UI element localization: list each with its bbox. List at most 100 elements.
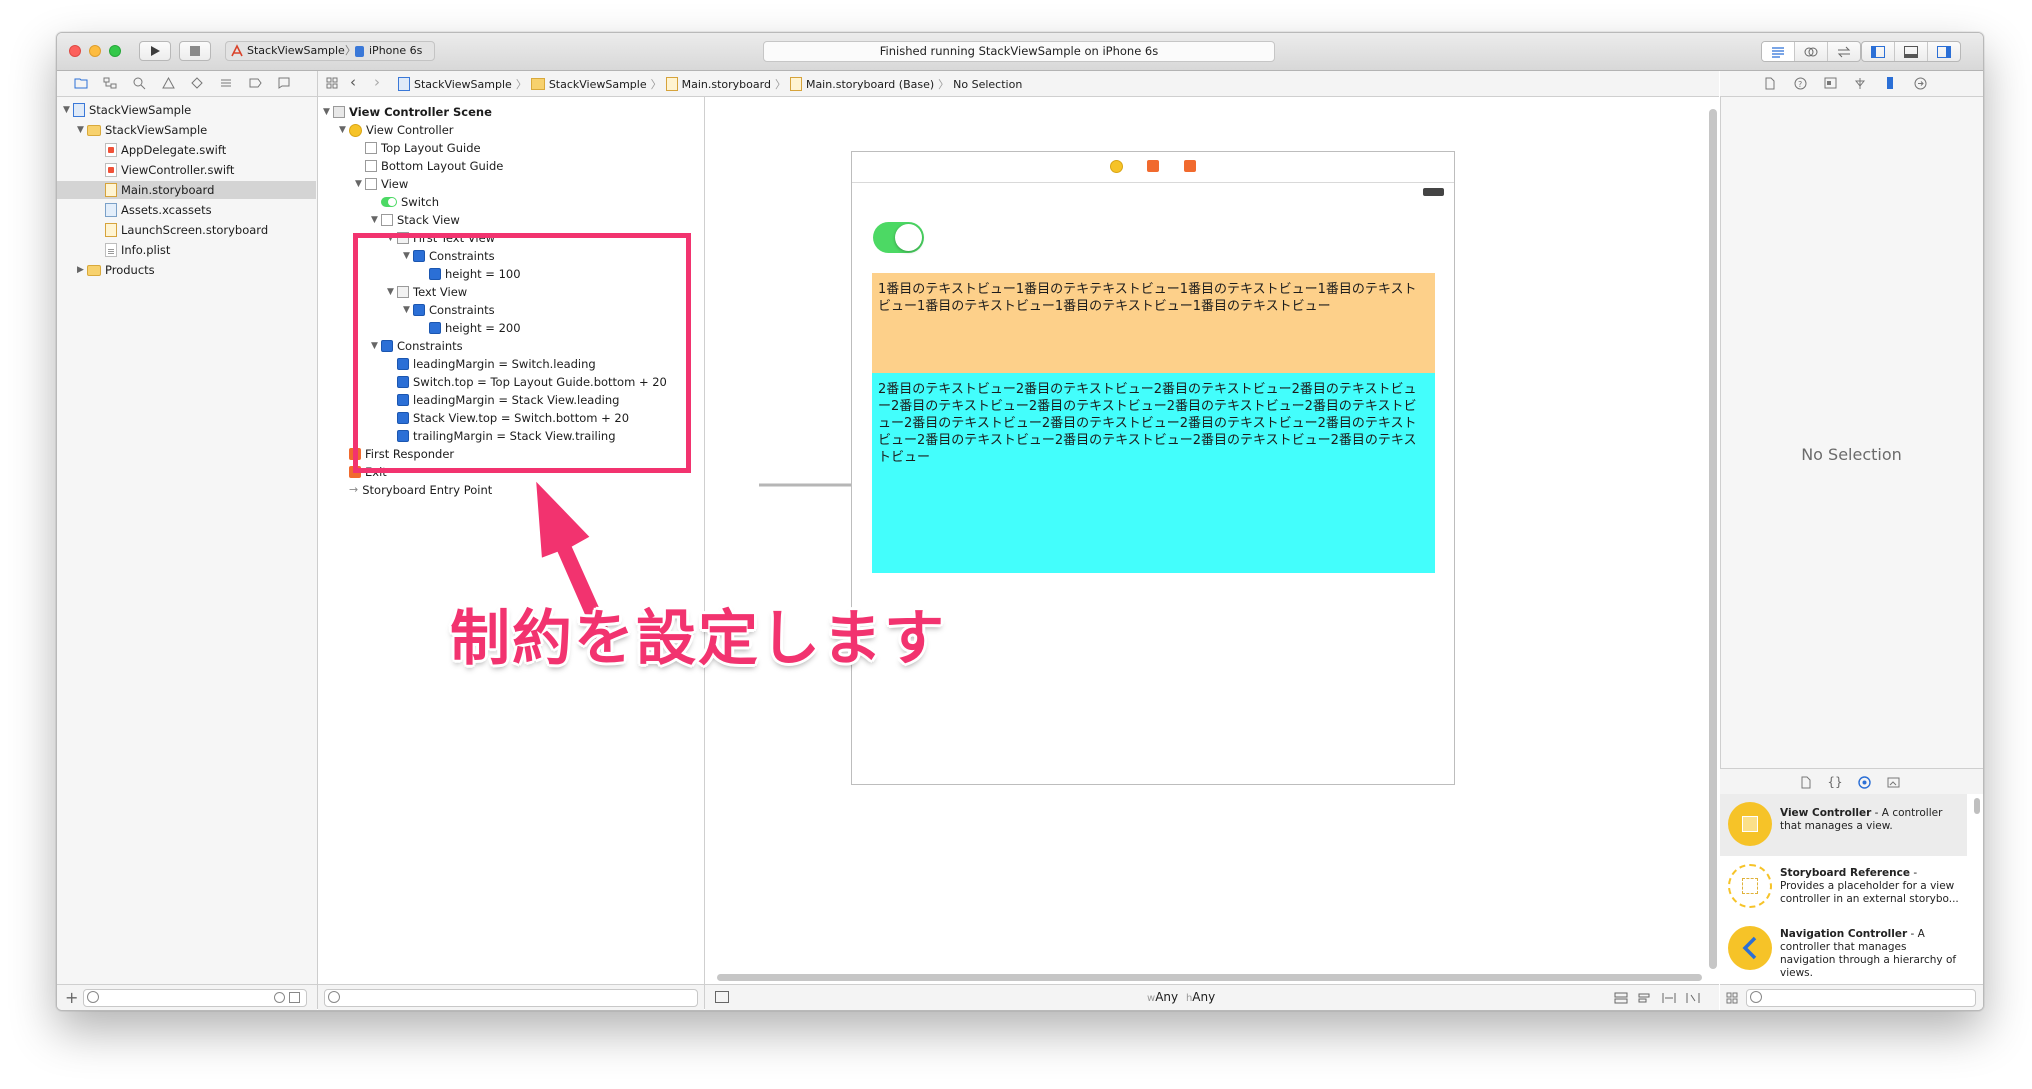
scheme-selector[interactable]: StackViewSample 〉 iPhone 6s [225,41,435,61]
assistant-editor-icon[interactable] [1795,42,1828,61]
toggle-switch[interactable] [873,222,924,253]
report-navigator-icon[interactable] [276,75,292,91]
stack-icon[interactable] [1613,990,1629,1006]
first-text-view[interactable]: 1番目のテキストビュー1番目のテキテキストビュー1番目のテキストビュー1番目のテ… [872,273,1435,373]
debug-navigator-icon[interactable] [218,75,234,91]
code-snippet-icon[interactable]: {} [1827,774,1843,790]
breadcrumb-item[interactable]: Main.storyboard [682,78,771,91]
app-icon [231,44,243,57]
close-button[interactable] [69,45,81,57]
outline-stack-view[interactable]: ▼ Stack View [371,211,460,229]
outline-bottom-layout-guide[interactable]: Bottom Layout Guide [365,157,503,175]
outline-view-controller[interactable]: ▼ View Controller [339,121,454,139]
library-item-title: Storyboard Reference [1780,867,1910,879]
scm-status-icon[interactable] [289,992,300,1003]
test-navigator-icon[interactable] [189,75,205,91]
file-template-icon[interactable] [1798,774,1814,790]
filter-icon [328,991,340,1003]
outline-view[interactable]: ▼ View [355,175,408,193]
document-outline-toggle-icon[interactable] [715,991,729,1003]
view-controller-frame[interactable]: 1番目のテキストビュー1番目のテキテキストビュー1番目のテキストビュー1番目のテ… [851,151,1455,785]
version-editor-icon[interactable] [1828,42,1860,61]
first-responder-dock-icon[interactable] [1147,160,1159,172]
utilities-toggle-icon[interactable] [1928,42,1960,61]
grid-view-icon[interactable] [1724,990,1740,1006]
outline-scene[interactable]: ▼ View Controller Scene [323,103,492,121]
size-inspector-icon[interactable] [1882,75,1898,91]
minimize-button[interactable] [89,45,101,57]
nav-item-launchscreen[interactable]: LaunchScreen.storyboard [105,221,268,239]
object-library-icon[interactable] [1856,774,1872,790]
add-icon[interactable]: + [65,988,78,1007]
standard-editor-icon[interactable] [1762,42,1795,61]
nav-item-group[interactable]: ▼ StackViewSample [77,121,207,139]
panel-toggle-segment[interactable] [1861,41,1961,62]
exit-dock-icon[interactable] [1184,160,1196,172]
identity-inspector-icon[interactable] [1822,75,1838,91]
project-navigator-icon[interactable] [73,75,89,91]
first-text-view-content: 1番目のテキストビュー1番目のテキテキストビュー1番目のテキストビュー1番目のテ… [878,282,1417,314]
nav-item-main-storyboard[interactable]: Main.storyboard [105,181,214,199]
view-controller-dock-icon[interactable] [1110,160,1123,173]
canvas-vertical-scrollbar[interactable] [1709,109,1717,969]
align-icon[interactable] [1637,990,1653,1006]
breadcrumb-item[interactable]: StackViewSample [414,78,512,91]
library-scrollbar[interactable] [1974,798,1980,814]
run-button[interactable] [139,41,171,61]
related-items-icon[interactable] [324,75,340,91]
breakpoint-navigator-icon[interactable] [247,75,263,91]
folder-icon [87,124,101,136]
disclosure-closed-icon[interactable]: ▶ [77,261,87,279]
disclosure-open-icon[interactable]: ▼ [339,121,349,139]
nav-item-infoplist[interactable]: Info.plist [105,241,170,259]
nav-item-products[interactable]: ▶ Products [77,261,155,279]
outline-switch[interactable]: Switch [381,193,439,211]
media-library-icon[interactable] [1885,774,1901,790]
file-inspector-icon[interactable] [1762,75,1778,91]
outline-entry-point[interactable]: → Storyboard Entry Point [349,481,492,499]
breadcrumb-item[interactable]: StackViewSample [549,78,647,91]
issue-navigator-icon[interactable] [160,75,176,91]
zoom-button[interactable] [109,45,121,57]
debug-toggle-icon[interactable] [1895,42,1928,61]
outline-top-layout-guide[interactable]: Top Layout Guide [365,139,481,157]
disclosure-open-icon[interactable]: ▼ [77,121,87,139]
pin-icon[interactable] [1661,990,1677,1006]
symbol-navigator-icon[interactable] [102,75,118,91]
resolve-issues-icon[interactable] [1685,990,1701,1006]
filter-icon [1750,991,1762,1003]
nav-item-appdelegate[interactable]: AppDelegate.swift [105,141,226,159]
breadcrumb-item[interactable]: No Selection [953,78,1022,91]
view-controller-icon [349,123,362,137]
swift-file-icon [105,143,117,157]
outline-filter-field[interactable] [324,989,698,1007]
find-navigator-icon[interactable] [131,75,147,91]
navigator-filter-field[interactable] [83,989,307,1007]
connections-inspector-icon[interactable] [1912,75,1928,91]
nav-item-assets[interactable]: Assets.xcassets [105,201,212,219]
stop-button[interactable] [179,41,211,61]
size-class-control[interactable]: wAny hAny [1147,990,1215,1004]
navigator-toggle-icon[interactable] [1862,42,1895,61]
second-text-view[interactable]: 2番目のテキストビュー2番目のテキストビュー2番目のテキストビュー2番目のテキス… [872,373,1435,573]
attributes-inspector-icon[interactable] [1852,75,1868,91]
disclosure-open-icon[interactable]: ▼ [63,101,73,119]
library-item-navigation-controller[interactable]: Navigation Controller - A controller tha… [1720,918,1967,980]
recent-files-icon[interactable] [274,992,285,1003]
disclosure-open-icon[interactable]: ▼ [371,211,381,229]
library-item-storyboard-reference[interactable]: Storyboard Reference - Provides a placeh… [1720,856,1967,918]
canvas-horizontal-scrollbar[interactable] [717,974,1702,981]
nav-item-viewcontroller[interactable]: ViewController.swift [105,161,234,179]
back-icon[interactable]: ‹ [350,73,356,91]
library-item-view-controller[interactable]: View Controller - A controller that mana… [1720,794,1967,856]
storyboard-file-icon [105,183,117,197]
library-filter-field[interactable] [1746,989,1976,1007]
disclosure-open-icon[interactable]: ▼ [355,175,365,193]
nav-item-project[interactable]: ▼ StackViewSample [63,101,191,119]
forward-icon[interactable]: › [374,73,380,91]
disclosure-open-icon[interactable]: ▼ [323,103,333,121]
editor-mode-segment[interactable] [1761,41,1861,62]
quick-help-icon[interactable]: ? [1792,75,1808,91]
breadcrumb-item[interactable]: Main.storyboard (Base) [806,78,934,91]
library-item-title: View Controller [1780,807,1872,819]
